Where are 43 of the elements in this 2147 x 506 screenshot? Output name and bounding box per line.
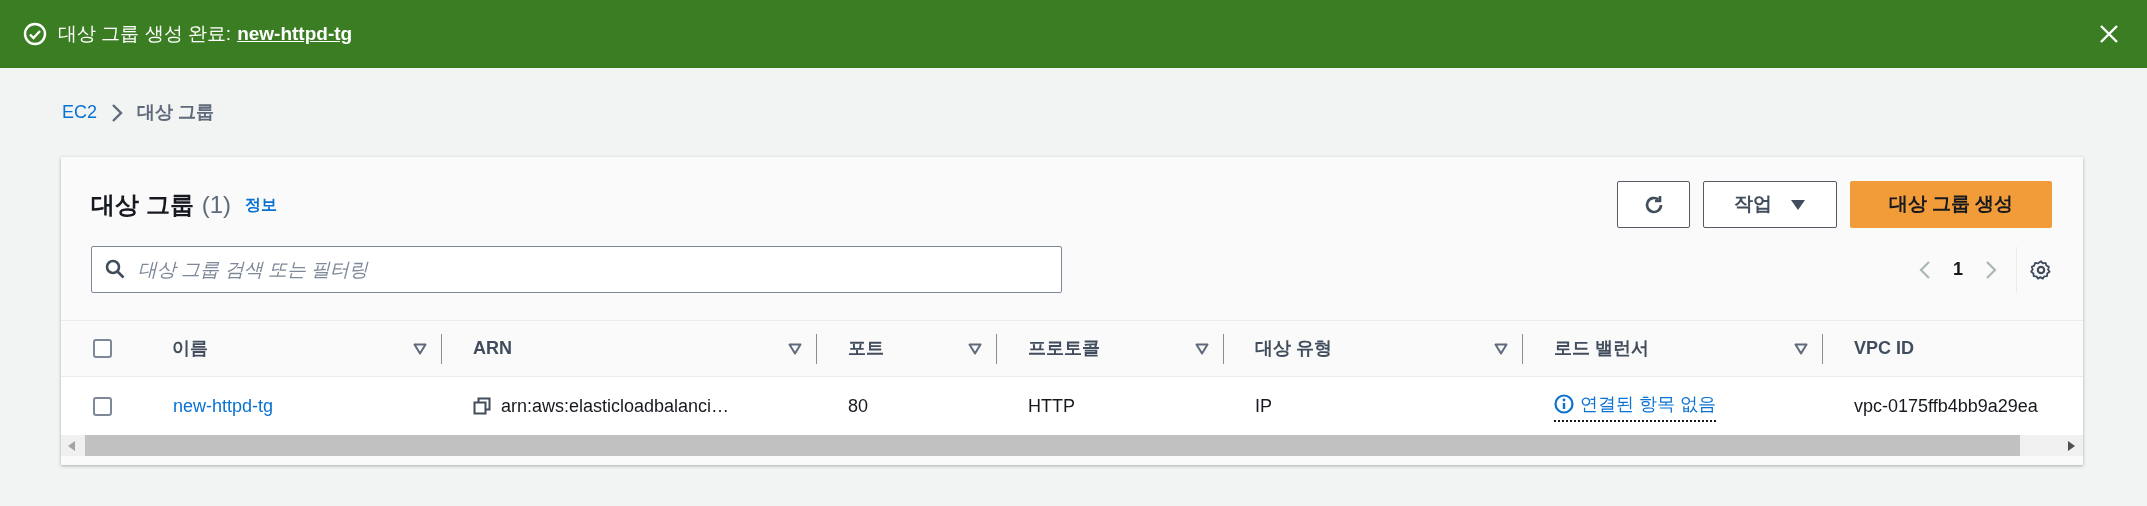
success-check-icon <box>23 22 47 46</box>
chevron-right-icon <box>111 102 123 123</box>
actions-button[interactable]: 작업 <box>1703 181 1837 228</box>
sort-caret-icon[interactable] <box>1494 342 1508 355</box>
create-target-group-button[interactable]: 대상 그룹 생성 <box>1850 181 2052 228</box>
checkbox[interactable] <box>93 396 112 416</box>
sort-caret-icon[interactable] <box>413 342 427 355</box>
column-header[interactable]: ARN <box>473 335 512 362</box>
breadcrumb-item[interactable]: EC2 <box>62 99 97 126</box>
settings-icon[interactable] <box>2030 258 2052 281</box>
banner-message: 대상 그룹 생성 완료: <box>58 21 232 46</box>
copy-icon[interactable] <box>473 397 491 415</box>
column-header[interactable]: VPC ID <box>1854 335 1914 362</box>
target-group-link[interactable]: new-httpd-tg <box>173 392 274 420</box>
column-header[interactable]: 이름 <box>172 335 208 362</box>
checkbox[interactable] <box>93 339 112 358</box>
column-header[interactable]: 로드 밸런서 <box>1554 335 1649 362</box>
table-cell-text: arn:aws:elasticloadbalanci… <box>501 394 730 418</box>
column-header[interactable]: 프로토콜 <box>1028 335 1100 362</box>
close-icon[interactable] <box>2099 24 2119 44</box>
info-link[interactable]: 정보 <box>245 192 277 217</box>
caret-down-icon <box>1790 198 1806 211</box>
info-icon <box>1554 394 1574 414</box>
banner-link[interactable]: new-httpd-tg <box>237 19 353 49</box>
table-cell-text: vpc-0175ffb4bb9a29ea <box>1854 394 2038 418</box>
refresh-button[interactable] <box>1617 181 1690 228</box>
scroll-right-icon[interactable] <box>2067 440 2075 451</box>
page-number[interactable]: 1 <box>1953 256 1963 283</box>
info-link[interactable]: 연결된 항목 없음 <box>1554 390 1716 422</box>
column-header[interactable]: 대상 유형 <box>1255 335 1332 362</box>
sort-caret-icon[interactable] <box>968 342 982 355</box>
card-title: 대상 그룹 <box>91 189 194 220</box>
sort-caret-icon[interactable] <box>1195 342 1209 355</box>
search-icon <box>105 259 125 279</box>
table-cell-text: IP <box>1255 394 1272 418</box>
breadcrumb-item: 대상 그룹 <box>137 101 215 124</box>
sort-caret-icon[interactable] <box>1794 342 1808 355</box>
column-header[interactable]: 포트 <box>848 335 884 362</box>
search-field[interactable]: 대상 그룹 검색 또는 필터링 <box>91 246 1062 293</box>
table-cell-text: 80 <box>848 394 869 418</box>
sort-caret-icon[interactable] <box>788 342 802 355</box>
item-count: (1) <box>201 189 231 220</box>
table-cell-text: HTTP <box>1028 394 1075 418</box>
